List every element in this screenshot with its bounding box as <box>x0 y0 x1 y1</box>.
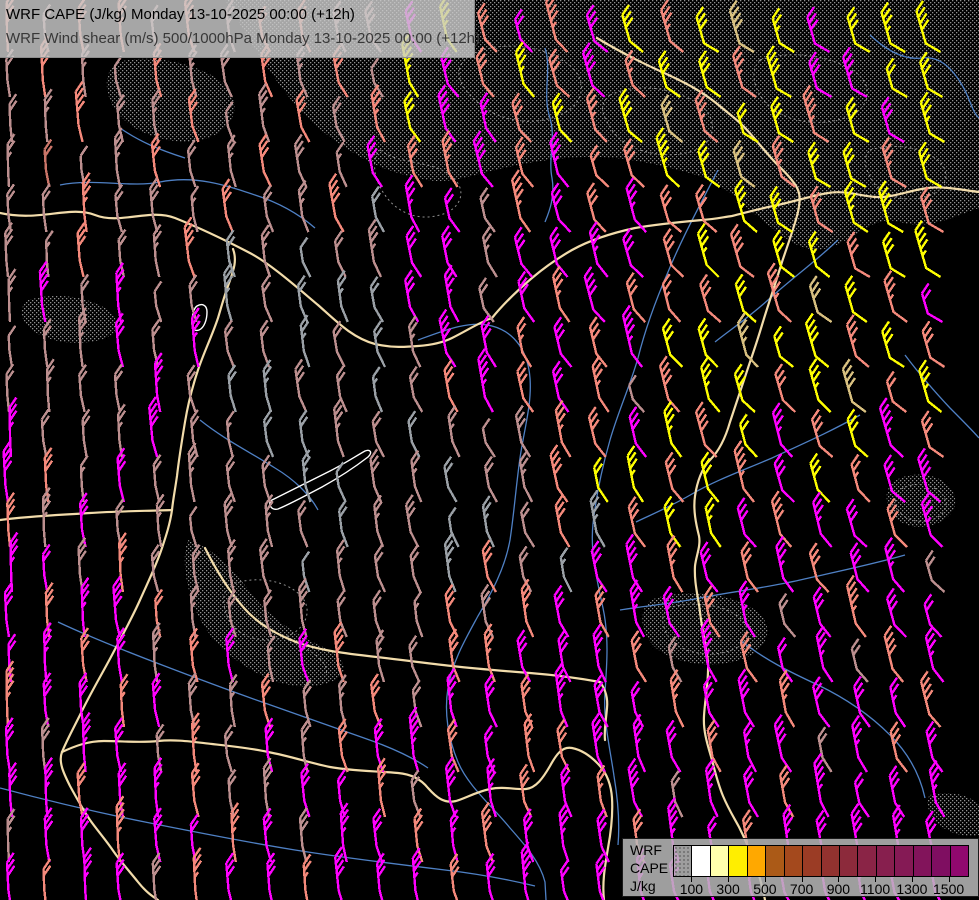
cape-scale-tick-label: 100 <box>679 881 704 897</box>
cape-scale-cell <box>950 846 968 876</box>
legend-labels: WRF CAPE J/kg <box>630 841 668 895</box>
wrf-map-plot <box>0 0 979 900</box>
cape-scale-tick-label: 500 <box>753 881 777 897</box>
cape-scale-cell <box>729 846 748 876</box>
cape-scale-tick-label: 700 <box>789 881 814 897</box>
cape-scale-cell <box>766 846 785 876</box>
weather-map-canvas: WRF CAPE (J/kg) Monday 13-10-2025 00:00 … <box>0 0 979 900</box>
cape-scale-cell <box>932 846 951 876</box>
title-line-windshear: WRF Wind shear (m/s) 500/1000hPa Monday … <box>6 30 481 47</box>
cape-scale-cell <box>858 846 877 876</box>
cape-scale-tick-label: 1300 <box>896 881 928 897</box>
title-box: WRF CAPE (J/kg) Monday 13-10-2025 00:00 … <box>0 0 481 58</box>
cape-scale-tick-label: 300 <box>716 881 740 897</box>
legend-model-label: WRF <box>630 842 662 858</box>
cape-scale-cell <box>876 846 896 876</box>
legend-unit-label: J/kg <box>630 878 656 894</box>
cape-scale-cell <box>821 846 840 876</box>
cape-scale-tick-label: 1100 <box>860 881 891 897</box>
legend-param-label: CAPE <box>630 860 669 876</box>
cape-scale-tick-label: 900 <box>826 881 851 897</box>
cape-scale-cell-hatch <box>674 846 693 876</box>
cape-scale-cell <box>710 846 730 876</box>
cape-scale-cell <box>692 846 711 876</box>
cape-legend: WRF CAPE J/kg 100 300 500 700 900 1100 1300 150… <box>622 838 979 897</box>
cape-scale-cell <box>895 846 914 876</box>
cape-colorbar <box>673 845 969 877</box>
cape-scale-cell <box>747 846 767 876</box>
cape-scale-tick-label: 1500 <box>933 881 965 897</box>
title-line-cape: WRF CAPE (J/kg) Monday 13-10-2025 00:00 … <box>6 6 355 23</box>
cape-scale-cell <box>784 846 804 876</box>
cape-colorbar-ticks: 100 300 500 700 900 1100 1300 1500 <box>673 876 967 897</box>
cape-scale-cell <box>839 846 859 876</box>
cape-scale-cell <box>803 846 822 876</box>
cape-scale-cell <box>913 846 933 876</box>
